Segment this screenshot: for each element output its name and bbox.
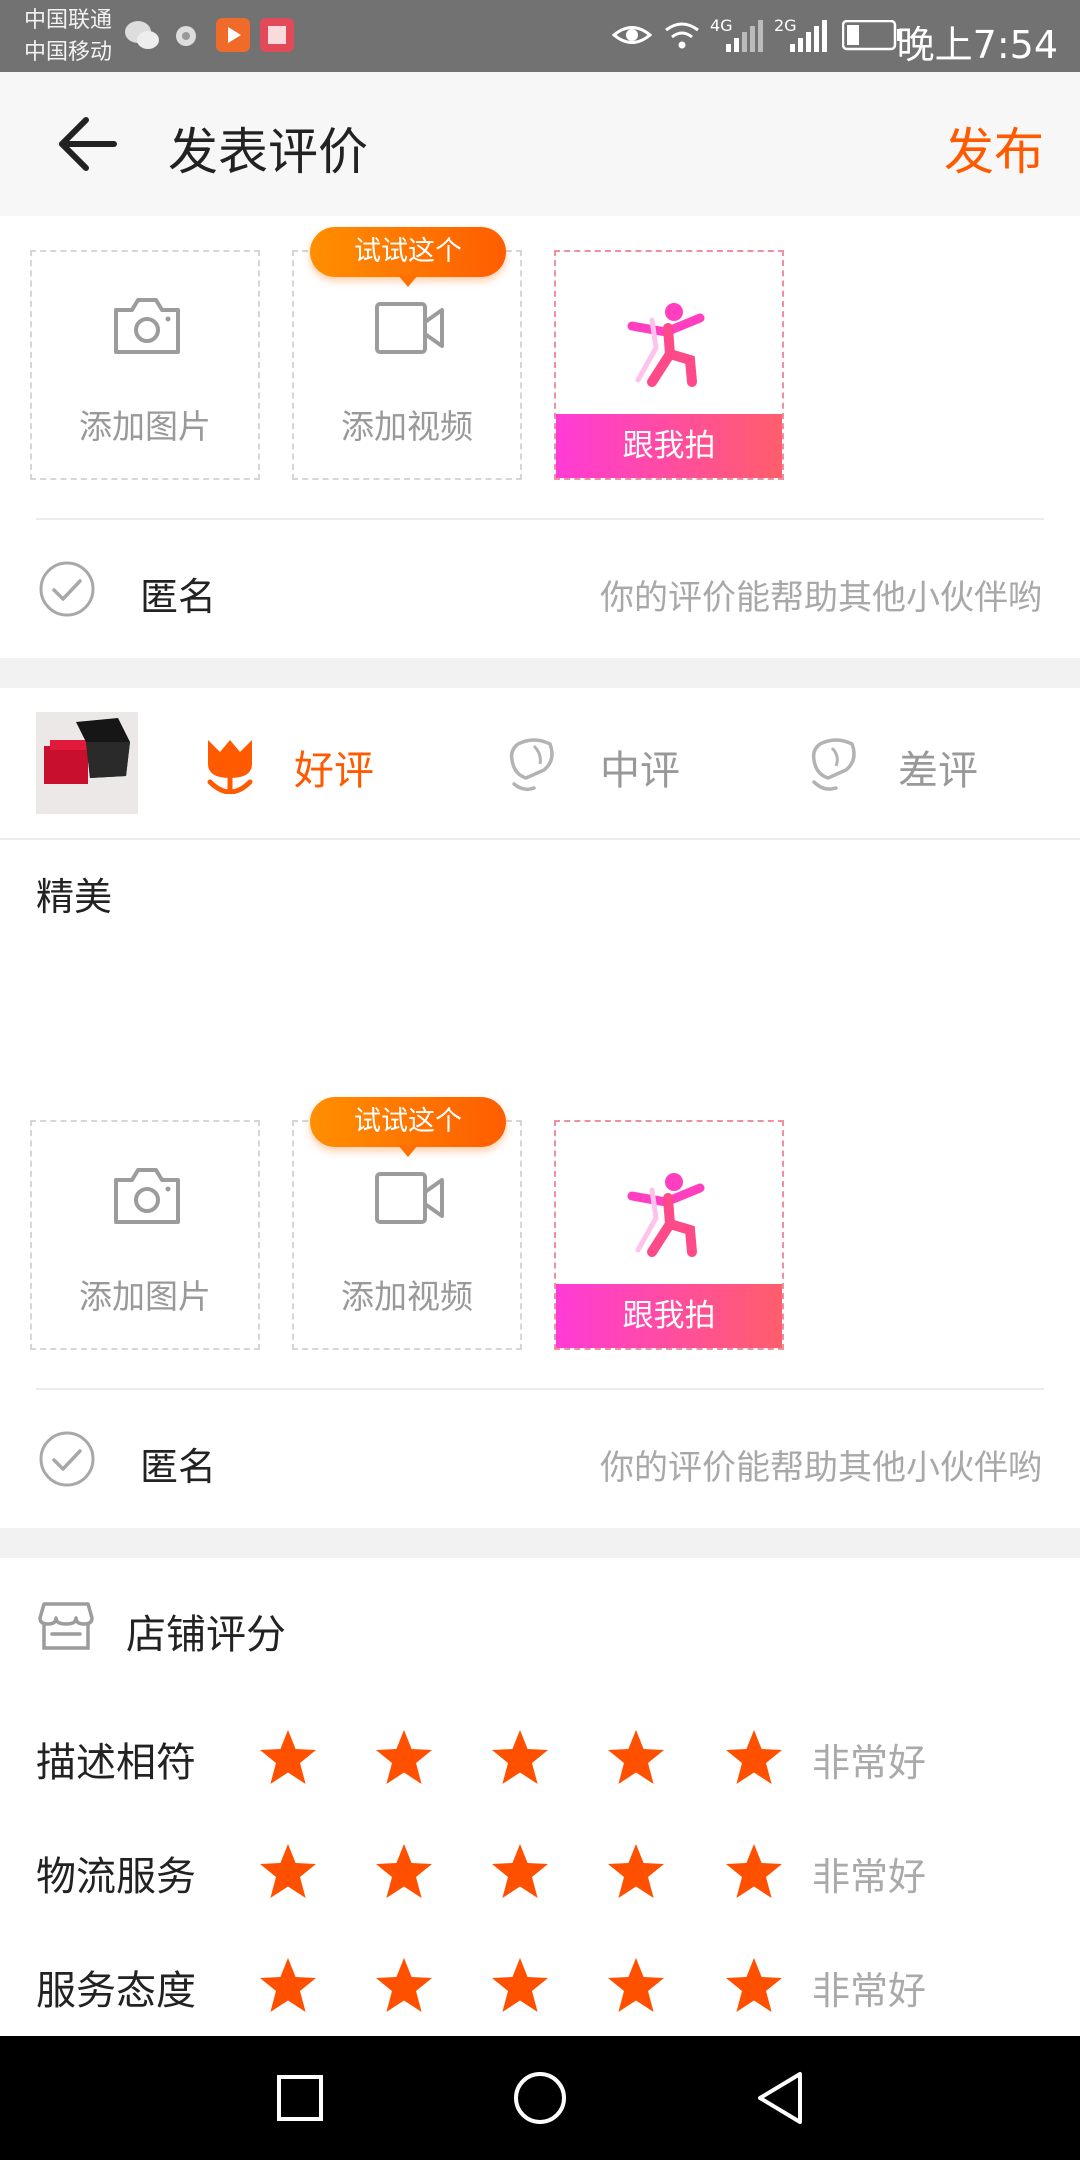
add-image-label: 添加图片	[79, 407, 211, 446]
divider	[0, 838, 1080, 840]
eye-icon	[612, 26, 652, 44]
anonymous-check-icon-2[interactable]	[38, 1430, 96, 1488]
star-icon[interactable]	[258, 1728, 318, 1788]
dancing-figure-icon	[627, 1173, 705, 1257]
star-icon[interactable]	[606, 1728, 666, 1788]
browser-icon	[176, 26, 196, 46]
page-title: 发表评价	[168, 123, 368, 181]
store-rating-title: 店铺评分	[126, 1612, 286, 1658]
try-this-tooltip-2: 试试这个	[310, 1097, 506, 1157]
score-label: 描述相符	[36, 1740, 196, 1786]
star-icon[interactable]	[374, 1728, 434, 1788]
star-icon[interactable]	[606, 1956, 666, 2016]
star-icon[interactable]	[724, 1956, 784, 2016]
section-gap	[0, 658, 1080, 688]
publish-button[interactable]: 发布	[944, 112, 1044, 184]
product-thumbnail	[36, 712, 138, 814]
anonymous-check-icon[interactable]	[38, 560, 96, 618]
status-time: 晚上7:54	[896, 23, 1058, 67]
follow-me-label: 跟我拍	[556, 1284, 782, 1348]
star-icon[interactable]	[724, 1728, 784, 1788]
add-video-label: 添加视频	[341, 1277, 473, 1316]
star-icon[interactable]	[258, 1842, 318, 1902]
divider	[36, 518, 1044, 520]
divider	[36, 1388, 1044, 1390]
star-icon[interactable]	[258, 1956, 318, 2016]
camera-icon	[114, 1168, 180, 1224]
star-icon[interactable]	[490, 1728, 550, 1788]
video-app-icon	[216, 18, 250, 52]
wilted-flower-icon	[811, 738, 856, 791]
book-app-icon	[260, 18, 294, 52]
back-arrow-icon[interactable]	[52, 108, 124, 180]
video-camera-icon	[375, 302, 444, 354]
back-nav-icon[interactable]	[754, 2070, 808, 2126]
anonymous-label-2: 匿名	[140, 1445, 217, 1489]
neutral-rating-label: 中评	[600, 748, 680, 794]
carrier-1: 中国联通	[24, 8, 113, 33]
anonymous-hint-2: 你的评价能帮助其他小伙伴哟	[600, 1448, 1042, 1488]
store-icon	[38, 1602, 94, 1650]
home-icon[interactable]	[512, 2070, 568, 2126]
flower-outline-icon	[509, 738, 554, 792]
signal-icon-1	[726, 20, 763, 52]
star-icon[interactable]	[490, 1842, 550, 1902]
add-image-label: 添加图片	[79, 1277, 211, 1316]
star-icon[interactable]	[374, 1956, 434, 2016]
score-label: 服务态度	[36, 1968, 196, 2014]
follow-me-button-2[interactable]: 跟我拍	[554, 1120, 784, 1350]
score-text: 非常好	[812, 1741, 927, 1785]
good-rating-label: 好评	[294, 748, 374, 794]
score-label: 物流服务	[36, 1854, 196, 1900]
product-image	[36, 712, 138, 814]
section-gap	[0, 1528, 1080, 1558]
bad-rating-label: 差评	[898, 748, 978, 794]
signal-icon-2	[790, 20, 827, 52]
battery-icon	[842, 20, 901, 51]
add-image-button-2[interactable]: 添加图片	[30, 1120, 260, 1350]
star-icon[interactable]	[724, 1842, 784, 1902]
anonymous-label: 匿名	[140, 575, 217, 619]
add-video-label: 添加视频	[341, 407, 473, 446]
status-bar: 中国联通 中国移动 4G 2G 晚上7:54	[0, 0, 1080, 72]
tulip-icon	[207, 740, 253, 794]
review-text[interactable]: 精美	[36, 866, 112, 921]
camera-icon	[114, 298, 180, 354]
wechat-icon	[125, 21, 159, 49]
star-icon[interactable]	[374, 1842, 434, 1902]
system-nav-bar	[0, 2036, 1080, 2160]
add-image-button[interactable]: 添加图片	[30, 250, 260, 480]
star-icon[interactable]	[606, 1842, 666, 1902]
carrier-2: 中国移动	[24, 40, 113, 65]
score-text: 非常好	[812, 1969, 927, 2013]
try-this-tooltip: 试试这个	[310, 227, 506, 287]
recent-apps-icon[interactable]	[276, 2074, 324, 2122]
follow-me-label: 跟我拍	[556, 414, 782, 478]
follow-me-button[interactable]: 跟我拍	[554, 250, 784, 480]
dancing-figure-icon	[627, 303, 705, 387]
score-text: 非常好	[812, 1855, 927, 1899]
wifi-icon	[665, 22, 699, 49]
anonymous-hint: 你的评价能帮助其他小伙伴哟	[600, 578, 1042, 618]
star-icon[interactable]	[490, 1956, 550, 2016]
app-header: 发表评价 发布	[0, 72, 1080, 216]
video-camera-icon	[375, 1172, 444, 1224]
